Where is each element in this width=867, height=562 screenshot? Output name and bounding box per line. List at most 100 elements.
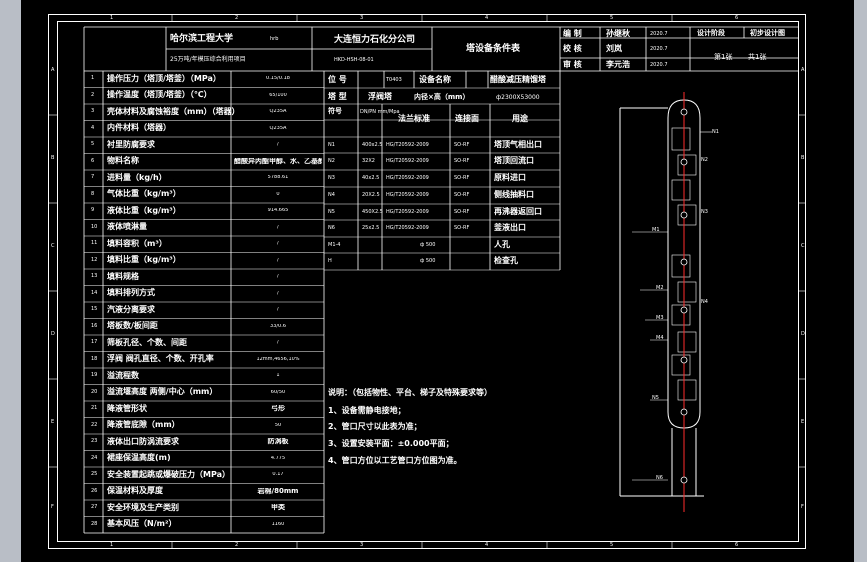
param-number: 1 bbox=[91, 75, 95, 82]
param-value: 4.775 bbox=[270, 455, 286, 461]
param-label: 降液管底隙（mm） bbox=[107, 420, 180, 430]
nozzle-standard: ф 500 bbox=[420, 242, 436, 248]
param-number: 28 bbox=[91, 520, 98, 527]
param-value: / bbox=[277, 257, 279, 263]
nozzle-symbol: M1-4 bbox=[328, 242, 341, 248]
param-label: 衬里防腐要求 bbox=[107, 139, 155, 149]
tower-type-value: 浮阀塔 bbox=[368, 92, 392, 101]
param-value: / bbox=[277, 290, 279, 296]
param-value: / bbox=[277, 241, 279, 247]
date-1: 2020.7 bbox=[650, 31, 668, 37]
nozzle-standard: HG/T20592-2009 bbox=[386, 158, 429, 164]
drawing-label-n5: N5 bbox=[652, 395, 659, 401]
project-name: 25万吨/年模压综合利用项目 bbox=[170, 56, 246, 63]
param-value: 0.17 bbox=[272, 472, 284, 478]
ruler-row-f: F bbox=[51, 504, 54, 510]
param-label: 进料量（kg/h） bbox=[107, 172, 167, 182]
param-label: 液体比重（kg/m³） bbox=[107, 205, 181, 215]
company-name: 大连恒力石化分公司 bbox=[334, 35, 416, 45]
stage-label: 设计阶段 bbox=[697, 29, 725, 37]
role-2: 校 核 bbox=[563, 44, 582, 53]
param-number: 26 bbox=[91, 487, 98, 494]
param-label: 填料规格 bbox=[107, 271, 139, 281]
nozzle-standard: HG/T20592-2009 bbox=[386, 225, 429, 231]
param-label: 操作压力（塔顶/塔釜）（MPa） bbox=[107, 73, 221, 83]
note-3: 3、设置安装平面：±0.000平面； bbox=[328, 439, 454, 448]
param-label: 基本风压（N/m²） bbox=[107, 519, 177, 529]
role-3: 审 核 bbox=[563, 60, 582, 69]
nozzle-use: 釜液出口 bbox=[494, 223, 526, 232]
university-suffix: hrb bbox=[270, 36, 279, 42]
param-number: 18 bbox=[91, 355, 98, 362]
param-value: 0.15/0.18 bbox=[266, 76, 290, 82]
ruler-row-c-right: C bbox=[801, 243, 805, 249]
param-value: 0 bbox=[276, 191, 280, 197]
param-number: 19 bbox=[91, 372, 98, 379]
nozzle-symbol: N1 bbox=[328, 142, 335, 148]
param-label: 裙座保温高度(m) bbox=[107, 453, 171, 463]
param-number: 17 bbox=[91, 339, 98, 346]
param-value: 914.665 bbox=[267, 208, 289, 214]
date-2: 2020.7 bbox=[650, 46, 668, 52]
diameter-label: 内径×高（mm） bbox=[414, 93, 470, 101]
ruler-row-d-right: D bbox=[801, 331, 805, 337]
nozzle-symbol: H bbox=[328, 258, 332, 264]
position-value: T0403 bbox=[386, 77, 402, 83]
param-label: 操作温度（塔顶/塔釜）（℃） bbox=[107, 90, 212, 100]
ruler-col-6: 6 bbox=[735, 15, 739, 21]
param-number: 2 bbox=[91, 91, 95, 98]
nozzle-dn: 40x2.5 bbox=[362, 175, 380, 181]
param-label: 溢流程数 bbox=[107, 370, 139, 380]
role-1: 编 制 bbox=[563, 29, 582, 38]
note-2: 2、管口尺寸以此表为准； bbox=[328, 422, 422, 431]
nozzle-use: 检查孔 bbox=[494, 256, 518, 265]
ruler-row-e: E bbox=[51, 419, 55, 425]
nozzle-standard: HG/T20592-2009 bbox=[386, 192, 429, 198]
nozzle-dn: 400x2.5 bbox=[362, 142, 383, 148]
note-4: 4、管口方位以工艺管口方位图为准。 bbox=[328, 456, 462, 465]
nozzle-symbol: N5 bbox=[328, 209, 335, 215]
nozzle-use: 侧线抽料口 bbox=[494, 190, 534, 199]
param-number: 16 bbox=[91, 322, 98, 329]
ruler-row-e-right: E bbox=[801, 419, 805, 425]
ruler-col-2-bottom: 2 bbox=[235, 542, 239, 548]
nozzle-use: 塔顶气相出口 bbox=[494, 140, 542, 149]
nozzle-symbol: N3 bbox=[328, 175, 335, 181]
nozzle-face: SO-RF bbox=[454, 175, 470, 181]
param-number: 4 bbox=[91, 124, 95, 131]
nozzle-header-standard: 法兰标准 bbox=[398, 114, 430, 123]
param-number: 10 bbox=[91, 223, 98, 230]
nozzle-face: SO-RF bbox=[454, 142, 470, 148]
param-number: 23 bbox=[91, 438, 98, 445]
ruler-row-a-right: A bbox=[801, 67, 805, 73]
ruler-col-4: 4 bbox=[485, 15, 489, 21]
ruler-row-b-right: B bbox=[801, 155, 805, 161]
param-value: 1160 bbox=[271, 521, 285, 527]
name-2: 刘岚 bbox=[606, 44, 622, 53]
nozzle-header-symbol: 符号 bbox=[328, 107, 342, 115]
nozzle-use: 原料进口 bbox=[494, 173, 526, 182]
param-label: 浮阀 阀孔直径、个数、开孔率 bbox=[107, 354, 214, 364]
ruler-col-2: 2 bbox=[235, 15, 239, 21]
drawing-label-m2: M2 bbox=[656, 285, 664, 291]
param-label: 汽液分离要求 bbox=[107, 304, 155, 314]
nozzle-header-use: 用途 bbox=[512, 114, 528, 123]
param-number: 22 bbox=[91, 421, 98, 428]
notes-title: 说明：（包括物性、平台、梯子及特殊要求等） bbox=[328, 388, 492, 397]
param-number: 24 bbox=[91, 454, 98, 461]
param-label: 物料名称 bbox=[107, 156, 139, 166]
nozzle-header-face: 连接面 bbox=[455, 114, 479, 123]
param-number: 9 bbox=[91, 207, 95, 214]
param-value: / bbox=[277, 340, 279, 346]
param-value: 65/100 bbox=[269, 92, 287, 98]
tower-shell bbox=[619, 99, 704, 497]
param-value: / bbox=[277, 274, 279, 280]
nozzle-dn: 25x2.5 bbox=[362, 225, 380, 231]
nozzle-use: 再沸器返回口 bbox=[494, 207, 542, 216]
drawing-label-n4: N4 bbox=[701, 299, 708, 305]
param-label: 溢流堰高度 两侧/中心（mm） bbox=[107, 387, 218, 397]
param-value: 5788.61 bbox=[267, 175, 289, 181]
nozzle-use: 塔顶回流口 bbox=[494, 156, 534, 165]
university-name: 哈尔滨工程大学 bbox=[170, 34, 234, 44]
param-number: 8 bbox=[91, 190, 95, 197]
